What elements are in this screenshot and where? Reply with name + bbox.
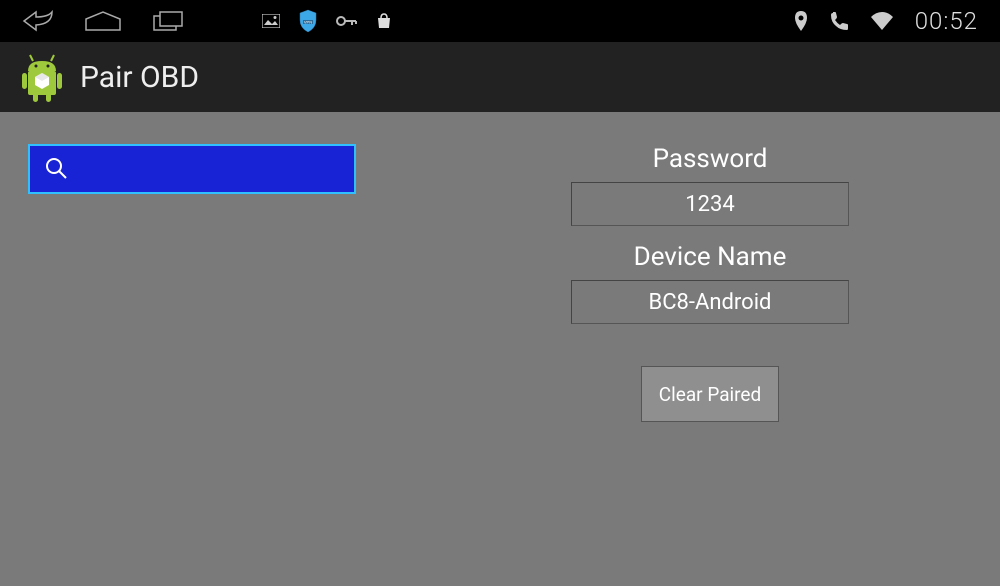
recent-apps-button[interactable] — [152, 10, 184, 32]
app-title: Pair OBD — [80, 60, 199, 95]
vpn-shield-icon: VPN — [298, 9, 318, 33]
form-column: Password Device Name Clear Paired — [448, 144, 972, 422]
notification-icons: VPN — [262, 9, 392, 33]
content-area: Password Device Name Clear Paired — [0, 112, 1000, 454]
status-bar: VPN — [0, 0, 1000, 42]
back-button[interactable] — [22, 10, 54, 32]
search-column — [28, 144, 368, 422]
nav-buttons-left: VPN — [22, 9, 392, 33]
password-group: Password — [571, 144, 849, 226]
device-name-label: Device Name — [634, 242, 787, 272]
status-icons-right: 00:52 — [793, 7, 978, 35]
clock: 00:52 — [915, 7, 978, 35]
password-input[interactable] — [571, 182, 849, 226]
location-icon — [793, 11, 809, 31]
password-label: Password — [653, 144, 768, 174]
phone-icon — [829, 11, 849, 31]
home-button[interactable] — [82, 10, 124, 32]
store-icon — [376, 13, 392, 29]
key-icon — [336, 15, 358, 27]
device-name-input[interactable] — [571, 280, 849, 324]
search-icon — [44, 156, 70, 182]
device-name-group: Device Name — [571, 242, 849, 324]
clear-paired-button[interactable]: Clear Paired — [641, 366, 779, 422]
app-icon — [18, 51, 66, 103]
search-input[interactable] — [28, 144, 356, 194]
app-header: Pair OBD — [0, 42, 1000, 112]
picture-icon — [262, 14, 280, 28]
wifi-icon — [869, 11, 895, 31]
svg-text:VPN: VPN — [304, 20, 312, 25]
